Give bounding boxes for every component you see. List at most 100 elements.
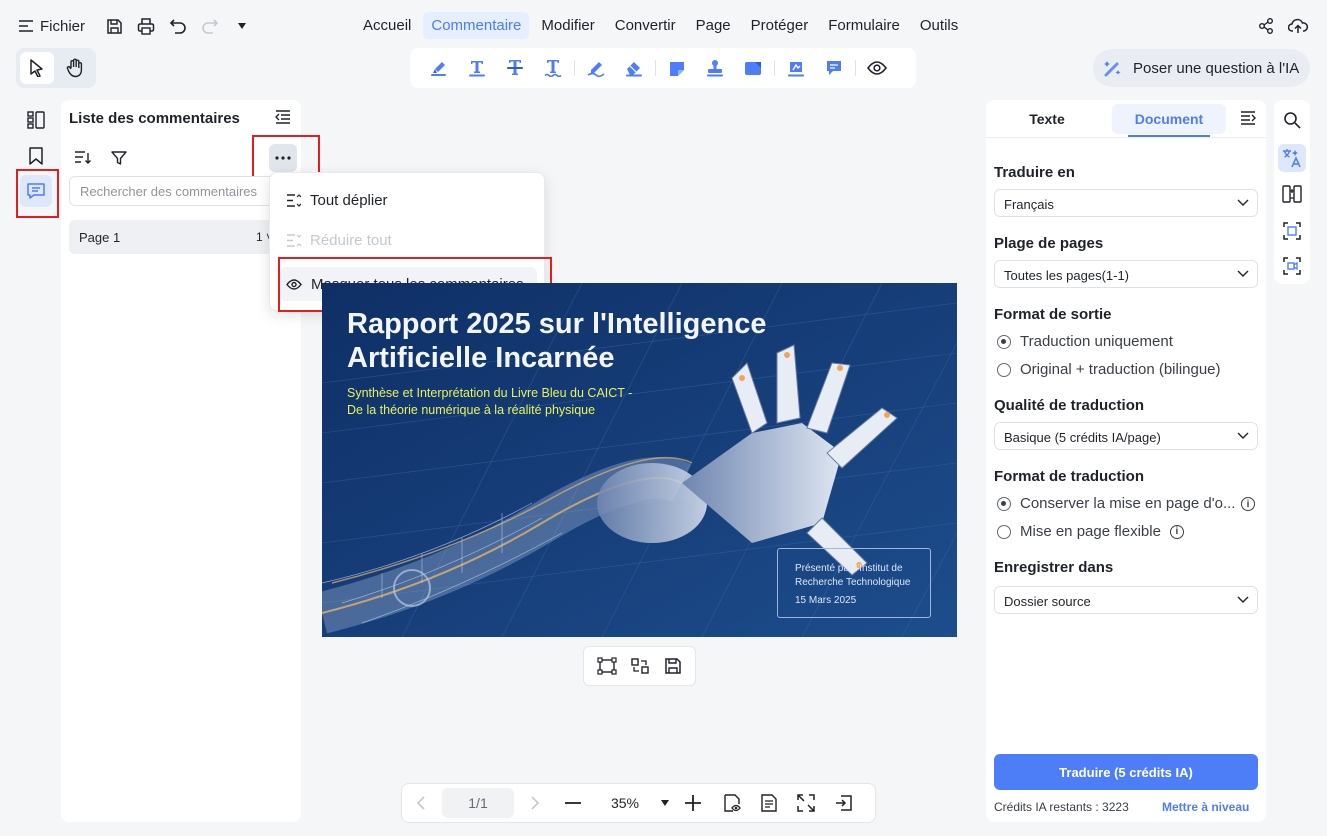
upgrade-link[interactable]: Mettre à niveau	[1162, 800, 1249, 814]
collapse-panel-icon[interactable]	[275, 110, 291, 124]
zoom-in-icon[interactable]	[672, 783, 714, 823]
hand-tool-button[interactable]	[58, 52, 92, 84]
comments-search-input[interactable]: Rechercher des commentaires	[69, 176, 299, 206]
prev-page-icon[interactable]	[402, 783, 440, 823]
tab-text[interactable]: Texte	[994, 104, 1100, 134]
output-option2-label: Original + traduction (bilingue)	[1020, 361, 1221, 378]
exit-fullscreen-icon[interactable]	[824, 783, 864, 823]
bookmarks-button[interactable]	[20, 140, 52, 172]
save-icon[interactable]	[664, 657, 682, 675]
eraser-icon	[624, 59, 644, 77]
menu-formulaire[interactable]: Formulaire	[820, 12, 908, 39]
cover-title-line2: Artificielle Incarnée	[347, 342, 615, 374]
zoom-caret-icon[interactable]	[658, 783, 672, 823]
translate-to-label: Traduire en	[994, 164, 1075, 181]
search-button[interactable]	[1278, 106, 1306, 134]
hand-icon	[66, 58, 84, 78]
menu-accueil[interactable]: Accueil	[355, 12, 419, 39]
eraser-tool[interactable]	[615, 52, 653, 84]
compare-button[interactable]	[1278, 180, 1306, 208]
menu-proteger[interactable]: Protéger	[743, 12, 817, 39]
translate-to-value: Français	[1004, 197, 1054, 212]
signature-tool[interactable]	[777, 52, 815, 84]
quality-label: Qualité de traduction	[994, 397, 1145, 414]
cloud-upload-icon[interactable]	[1287, 15, 1309, 37]
menu-page[interactable]: Page	[688, 12, 739, 39]
presented-line1: Présenté par l'Institut de	[795, 563, 903, 574]
page-range-label: Plage de pages	[994, 235, 1104, 252]
thumbnails-button[interactable]	[20, 104, 52, 136]
ask-ai-button[interactable]: Poser une question à l'IA	[1093, 49, 1310, 87]
highlight-frame	[16, 169, 59, 218]
sticky-note-icon	[667, 59, 687, 77]
cover-date: 15 Mars 2025	[795, 595, 857, 606]
stamp-tool[interactable]	[696, 52, 734, 84]
save-icon[interactable]	[103, 15, 125, 37]
comment-bubble-icon	[824, 59, 844, 77]
print-icon[interactable]	[135, 15, 157, 37]
squiggly-tool[interactable]	[534, 52, 572, 84]
caret-down-icon[interactable]	[231, 15, 253, 37]
zoom-out-icon[interactable]	[554, 783, 592, 823]
menu-modifier[interactable]: Modifier	[533, 12, 602, 39]
eye-icon	[867, 61, 887, 75]
screen-capture-button[interactable]	[1278, 252, 1306, 280]
translate-button[interactable]: Traduire (5 crédits IA)	[994, 754, 1258, 790]
cover-subtitle-line1: Synthèse et Interprétation du Livre Bleu…	[347, 386, 633, 400]
share-icon[interactable]	[1255, 15, 1277, 37]
text-underline-tool[interactable]	[458, 52, 496, 84]
save-in-select[interactable]: Dossier source	[994, 586, 1258, 614]
format-option-flexible[interactable]: Mise en page flexible i	[997, 523, 1184, 540]
translate-to-select[interactable]: Français	[994, 189, 1258, 217]
show-hide-comments-tool[interactable]	[858, 52, 896, 84]
page-range-select[interactable]: Toutes les pages(1-1)	[994, 260, 1258, 288]
page-layout-icon[interactable]	[750, 783, 787, 823]
crop-frame-icon[interactable]	[597, 657, 617, 675]
zoom-level[interactable]: 35%	[592, 783, 658, 823]
menu-convertir[interactable]: Convertir	[607, 12, 684, 39]
menu-outils[interactable]: Outils	[912, 12, 966, 39]
highlight-tool[interactable]	[420, 52, 458, 84]
bookmark-icon	[28, 146, 44, 166]
filter-icon[interactable]	[111, 150, 127, 166]
page-number-field[interactable]: 1/1	[440, 783, 516, 823]
credits-remaining: Crédits IA restants : 3223	[994, 800, 1129, 814]
shape-tool[interactable]	[734, 52, 772, 84]
page-navigation-bar: 1/1 35%	[401, 783, 876, 823]
ocr-scan-button[interactable]	[1278, 217, 1306, 245]
undo-icon[interactable]	[167, 15, 189, 37]
cover-presented-box: Présenté par l'Institut de Recherche Tec…	[777, 548, 931, 618]
page-group-row[interactable]: Page 1 1 ˅	[69, 220, 299, 254]
collapse-all-icon	[286, 233, 301, 247]
strikethrough-tool[interactable]	[496, 52, 534, 84]
cover-title-line1: Rapport 2025 sur l'Intelligence	[347, 308, 767, 340]
expand-all-label: Tout déplier	[310, 191, 388, 209]
output-option-translation-only[interactable]: Traduction uniquement	[997, 333, 1173, 350]
cover-title: Rapport 2025 sur l'Intelligence Artifici…	[347, 307, 766, 375]
cover-subtitle-line2: De la théorie numérique à la réalité phy…	[347, 403, 596, 417]
replace-icon[interactable]	[630, 657, 650, 675]
select-tool-button[interactable]	[20, 52, 54, 84]
pen-icon	[586, 59, 606, 77]
translate-icon	[1282, 148, 1302, 168]
expand-all-item[interactable]: Tout déplier	[280, 183, 537, 217]
output-option-bilingual[interactable]: Original + traduction (bilingue)	[997, 361, 1221, 378]
format-option-keep-layout[interactable]: Conserver la mise en page d'o...	[997, 495, 1235, 512]
file-menu-button[interactable]: Fichier	[18, 14, 85, 38]
sort-icon[interactable]	[74, 150, 91, 165]
menu-commentaire[interactable]: Commentaire	[423, 12, 530, 39]
translate-button-rail[interactable]	[1278, 144, 1306, 172]
pen-tool[interactable]	[577, 52, 615, 84]
next-page-icon[interactable]	[516, 783, 554, 823]
panel-collapse-icon[interactable]	[1240, 111, 1256, 125]
comment-tool[interactable]	[815, 52, 853, 84]
info-icon[interactable]: i	[1169, 524, 1184, 539]
sticky-note-tool[interactable]	[658, 52, 696, 84]
read-mode-icon[interactable]	[714, 783, 750, 823]
comments-panel-title: Liste des commentaires	[69, 110, 240, 127]
quality-select[interactable]: Basique (5 crédits IA/page)	[994, 422, 1258, 450]
tab-document[interactable]: Document	[1112, 104, 1226, 134]
info-icon[interactable]: i	[1241, 497, 1255, 511]
fit-screen-icon[interactable]	[787, 783, 824, 823]
chevron-down-icon	[1237, 593, 1249, 605]
